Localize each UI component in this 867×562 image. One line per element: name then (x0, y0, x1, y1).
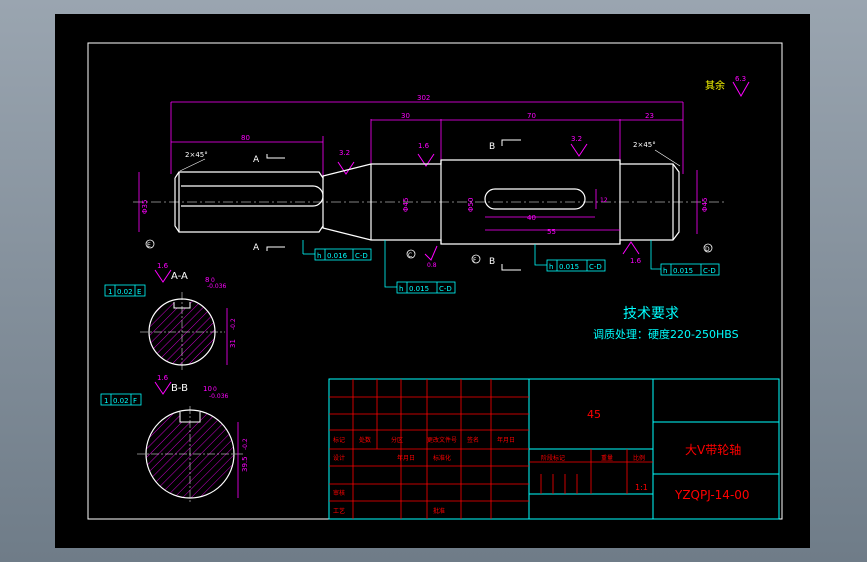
tolerance-frame-1: h 0.016 C-D (314, 248, 372, 261)
cad-viewport: 其余 6.3 302 80 30 70 23 2×45° 2×45° 3.2 1… (0, 0, 867, 562)
datum-c: C (408, 252, 412, 259)
overall-length: 302 (417, 94, 430, 102)
dim-mid: 30 (401, 112, 410, 120)
svg-text:分区: 分区 (391, 436, 403, 444)
dim-keyway-len: 40 (527, 214, 536, 222)
svg-text:C-D: C-D (439, 285, 452, 293)
svg-text:1.6: 1.6 (157, 374, 169, 382)
svg-text:h: h (317, 252, 321, 260)
roughness-other-label: 其余 (705, 79, 725, 92)
svg-text:31: 31 (229, 339, 237, 348)
svg-text:0.015: 0.015 (559, 263, 579, 271)
svg-text:0.016: 0.016 (327, 252, 348, 260)
svg-text:处数: 处数 (359, 436, 371, 444)
svg-text:E: E (137, 288, 141, 296)
svg-text:h: h (549, 263, 553, 271)
svg-text:年月日: 年月日 (497, 436, 515, 444)
svg-text:0: 0 (213, 386, 217, 393)
cut-a-bottom: A (253, 243, 260, 253)
svg-text:签名: 签名 (467, 436, 479, 444)
svg-text:0.015: 0.015 (409, 285, 429, 293)
roughness-left: 3.2 (339, 149, 350, 157)
tolerance-frame-3: h 0.015 C-D (546, 259, 606, 272)
svg-text:-0.2: -0.2 (230, 318, 237, 330)
requirements-line1: 调质处理：硬度220-250HBS (593, 327, 739, 341)
svg-text:更改文件号: 更改文件号 (427, 436, 457, 444)
cut-a-top: A (253, 155, 260, 165)
svg-text:-0.2: -0.2 (242, 438, 249, 450)
svg-text:-0.036: -0.036 (209, 393, 229, 400)
roughness-shoulder: 0.8 (427, 262, 437, 269)
svg-text:标记: 标记 (333, 436, 345, 444)
roughness-mid2: 3.2 (571, 135, 582, 143)
svg-text:标准化: 标准化 (433, 454, 451, 462)
drawing-sheet: 其余 6.3 302 80 30 70 23 2×45° 2×45° 3.2 1… (55, 14, 810, 548)
svg-text:-0.036: -0.036 (207, 283, 227, 290)
svg-text:1: 1 (108, 288, 112, 296)
svg-text:C-D: C-D (703, 267, 716, 275)
svg-text:C-D: C-D (355, 252, 368, 260)
dia-mid: Φ45 (402, 198, 410, 212)
svg-text:10: 10 (203, 385, 212, 393)
title-block: 45 大V带轮轴 YZQPJ-14-00 1:1 阶段标记 重量 比例 标记 处… (328, 378, 780, 520)
tolerance-frame-4: h 0.015 C-D (660, 263, 720, 276)
section-aa: A-A 1.6 1 0.02 E 8 0 -0.036 31 -0.2 (104, 262, 237, 372)
section-bb: B-B 1.6 1 0.02 F 10 0 -0.036 39.5 -0.2 (100, 374, 249, 504)
svg-text:年月日: 年月日 (397, 454, 415, 462)
svg-text:重量: 重量 (601, 454, 613, 462)
dim-width-small: 12 (600, 197, 608, 204)
svg-text:h: h (663, 267, 667, 275)
drawing-number: YZQPJ-14-00 (674, 488, 750, 502)
svg-text:C-D: C-D (589, 263, 602, 271)
svg-text:0.02: 0.02 (117, 288, 133, 296)
requirements-title: 技术要求 (623, 306, 679, 322)
cut-b-top: B (489, 142, 495, 152)
svg-text:设计: 设计 (333, 454, 345, 462)
section-bb-title: B-B (171, 383, 188, 394)
datum-e: E (147, 242, 151, 249)
svg-text:阶段标记: 阶段标记 (541, 454, 565, 462)
roughness-right: 1.6 (630, 257, 642, 265)
dim-keyway-pos: 55 (547, 228, 556, 236)
svg-text:审核: 审核 (333, 489, 345, 497)
svg-text:1.6: 1.6 (157, 262, 169, 270)
tolerance-frame-2: h 0.015 C-D (396, 281, 456, 294)
dim-right: 23 (645, 112, 654, 120)
svg-text:h: h (399, 285, 403, 293)
svg-text:比例: 比例 (633, 454, 645, 462)
cut-b-bottom: B (489, 257, 495, 267)
dia-left: Φ35 (141, 200, 149, 214)
dia-key: Φ50 (467, 198, 475, 212)
svg-text:工艺: 工艺 (333, 507, 345, 515)
dim-keyway-span: 70 (527, 112, 536, 120)
section-aa-title: A-A (171, 271, 188, 282)
roughness-symbol (732, 81, 750, 98)
chamfer-right: 2×45° (633, 141, 656, 149)
drawing-canvas: 其余 6.3 302 80 30 70 23 2×45° 2×45° 3.2 1… (87, 42, 783, 520)
chamfer-left: 2×45° (185, 151, 208, 159)
svg-text:1: 1 (104, 397, 108, 405)
svg-text:F: F (133, 397, 137, 405)
material: 45 (587, 408, 601, 421)
dim-left-section: 80 (241, 134, 250, 142)
roughness-mid1: 1.6 (418, 142, 430, 150)
svg-text:0.02: 0.02 (113, 397, 129, 405)
part-name: 大V带轮轴 (685, 442, 741, 457)
datum-d: D (705, 246, 710, 253)
svg-text:39.5: 39.5 (241, 456, 249, 472)
svg-text:0.015: 0.015 (673, 267, 693, 275)
dia-right: Φ45 (701, 198, 709, 212)
roughness-other-value: 6.3 (735, 75, 746, 83)
scale-value: 1:1 (635, 483, 648, 492)
svg-text:批准: 批准 (433, 507, 445, 515)
datum-f: F (473, 257, 477, 264)
